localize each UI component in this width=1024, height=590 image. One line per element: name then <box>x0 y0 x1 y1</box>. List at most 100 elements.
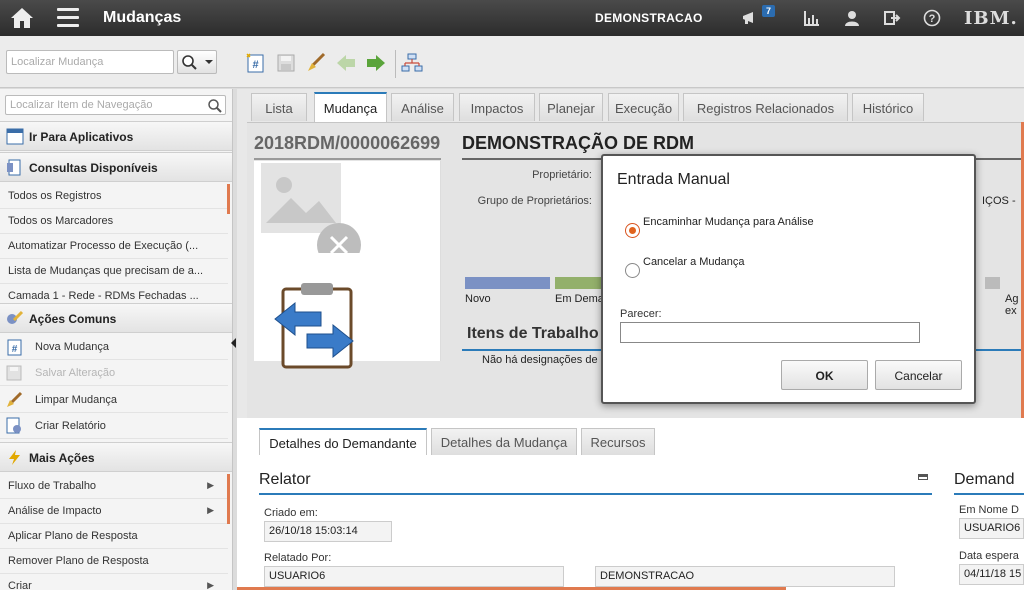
logout-icon[interactable] <box>883 9 901 27</box>
top-bar: Mudanças DEMONSTRACAO 7 ? IBM. <box>0 0 1024 36</box>
nav-search-input[interactable]: Localizar Item de Navegação <box>5 95 226 115</box>
home-icon[interactable] <box>10 7 34 29</box>
record-id: 2018RDM/0000062699 <box>254 133 441 153</box>
action-workflow[interactable]: Fluxo de Trabalho ▶ <box>0 474 228 499</box>
go-to-applications-header[interactable]: Ir Para Aplicativos <box>0 121 232 151</box>
tab-requester-details[interactable]: Detalhes do Demandante <box>259 428 427 455</box>
record-id-underline <box>254 158 441 160</box>
profile-icon[interactable] <box>843 9 861 27</box>
app-title: Mudanças <box>103 9 182 26</box>
expected-date-label: Data espera <box>959 550 1019 562</box>
opinion-input[interactable] <box>620 322 920 343</box>
record-description: DEMONSTRAÇÃO DE RDM <box>462 133 694 153</box>
common-actions-header[interactable]: Ações Comuns <box>0 303 232 333</box>
more-actions-header[interactable]: Mais Ações <box>0 442 232 472</box>
query-automate-execution[interactable]: Automatizar Processo de Execução (... <box>0 234 228 259</box>
workflow-icon[interactable] <box>401 52 423 74</box>
menu-icon[interactable] <box>57 8 79 28</box>
record-image-area <box>254 161 441 369</box>
tab-plan[interactable]: Planejar <box>539 93 603 121</box>
tab-related-records[interactable]: Registros Relacionados <box>683 93 848 121</box>
action-create-report[interactable]: Criar Relatório <box>0 414 228 439</box>
notification-badge: 7 <box>762 5 776 17</box>
queries-scrollbar[interactable] <box>227 184 230 214</box>
action-create-label: Criar <box>8 580 32 590</box>
clear-icon[interactable] <box>305 52 327 74</box>
forward-analysis-radio[interactable] <box>625 223 640 238</box>
query-all-bookmarks[interactable]: Todos os Marcadores <box>0 209 228 234</box>
reported-by-field[interactable]: USUARIO6 <box>264 566 564 587</box>
work-items-title: Itens de Trabalho A <box>467 325 614 342</box>
action-apply-response-plan[interactable]: Aplicar Plano de Resposta <box>0 524 228 549</box>
created-on-label: Criado em: <box>264 507 318 519</box>
no-image-icon[interactable] <box>261 163 371 253</box>
tab-change-details[interactable]: Detalhes da Mudança <box>431 428 577 455</box>
previous-icon[interactable] <box>335 52 357 74</box>
toolbar-separator <box>395 50 396 78</box>
next-icon[interactable] <box>365 52 387 74</box>
more-actions-scrollbar[interactable] <box>227 474 230 524</box>
user-name[interactable]: DEMONSTRACAO <box>595 11 703 25</box>
action-save-change: Salvar Alteração <box>0 361 228 386</box>
tab-history[interactable]: Histórico <box>852 93 924 121</box>
collapse-nav-icon[interactable] <box>231 338 236 348</box>
common-actions-icon <box>7 310 24 324</box>
action-clear-change[interactable]: Limpar Mudança <box>0 388 228 413</box>
help-icon[interactable]: ? <box>923 9 941 27</box>
ibm-logo: IBM. <box>964 8 1018 29</box>
action-impact-analysis[interactable]: Análise de Impacto ▶ <box>0 499 228 524</box>
owner-group-value: IÇOS - <box>982 195 1016 207</box>
toolbar: Localizar Mudança # <box>0 36 1024 88</box>
reported-by-name-field: DEMONSTRACAO <box>595 566 895 587</box>
cancel-button[interactable]: Cancelar <box>875 360 962 390</box>
on-behalf-field[interactable]: USUARIO6 <box>959 518 1024 539</box>
action-create[interactable]: Criar ▶ <box>0 574 228 590</box>
tab-change[interactable]: Mudança <box>314 92 387 123</box>
chevron-right-icon: ▶ <box>207 580 214 590</box>
available-queries-header[interactable]: Consultas Disponíveis <box>0 152 232 182</box>
nav-search-icon[interactable] <box>207 98 223 114</box>
broadcast-icon[interactable] <box>742 9 760 27</box>
lightning-icon <box>9 450 20 465</box>
chart-icon[interactable] <box>803 9 821 27</box>
query-all-records[interactable]: Todos os Registros <box>0 184 228 209</box>
dialog-title: Entrada Manual <box>617 171 730 188</box>
tab-list[interactable]: Lista <box>251 93 307 121</box>
tab-resources[interactable]: Recursos <box>581 428 655 455</box>
action-new-change[interactable]: # Nova Mudança <box>0 335 228 360</box>
owner-group-label: Grupo de Proprietários: <box>477 195 592 207</box>
forward-analysis-label[interactable]: Encaminhar Mudança para Análise <box>643 216 814 228</box>
ok-button[interactable]: OK <box>781 360 868 390</box>
action-create-report-label: Criar Relatório <box>35 420 106 432</box>
chevron-right-icon: ▶ <box>207 480 214 490</box>
action-clear-change-label: Limpar Mudança <box>35 394 117 406</box>
svg-text:?: ? <box>929 13 936 25</box>
find-change-input[interactable]: Localizar Mudança <box>6 50 174 74</box>
report-icon <box>6 417 21 434</box>
tab-analysis[interactable]: Análise <box>391 93 454 121</box>
more-actions-label: Mais Ações <box>29 451 95 465</box>
available-queries-label: Consultas Disponíveis <box>29 161 158 175</box>
created-on-field[interactable]: 26/10/18 15:03:14 <box>264 521 392 542</box>
new-record-icon[interactable]: # <box>244 52 266 74</box>
status-step-next <box>985 277 1000 289</box>
status-step-new <box>465 277 550 289</box>
cancel-change-label[interactable]: Cancelar a Mudança <box>643 256 745 268</box>
save-icon[interactable] <box>275 52 297 74</box>
action-workflow-label: Fluxo de Trabalho <box>8 480 97 492</box>
action-remove-response-plan[interactable]: Remover Plano de Resposta <box>0 549 228 574</box>
cancel-change-radio[interactable] <box>625 263 640 278</box>
clear-icon <box>7 391 23 407</box>
reporter-section-underline <box>259 493 932 495</box>
expected-date-field[interactable]: 04/11/18 15 <box>959 564 1024 585</box>
reporter-section-title: Relator <box>259 471 311 488</box>
minimize-icon[interactable] <box>918 474 928 480</box>
tab-execution[interactable]: Execução <box>608 93 679 121</box>
change-type-icon <box>274 283 354 369</box>
search-options-button[interactable] <box>177 50 217 74</box>
query-changes-need-approval[interactable]: Lista de Mudanças que precisam de a... <box>0 259 228 284</box>
opinion-label: Parecer: <box>620 308 662 320</box>
queries-icon <box>7 159 21 176</box>
owner-label: Proprietário: <box>532 169 592 181</box>
tab-impacts[interactable]: Impactos <box>459 93 535 121</box>
